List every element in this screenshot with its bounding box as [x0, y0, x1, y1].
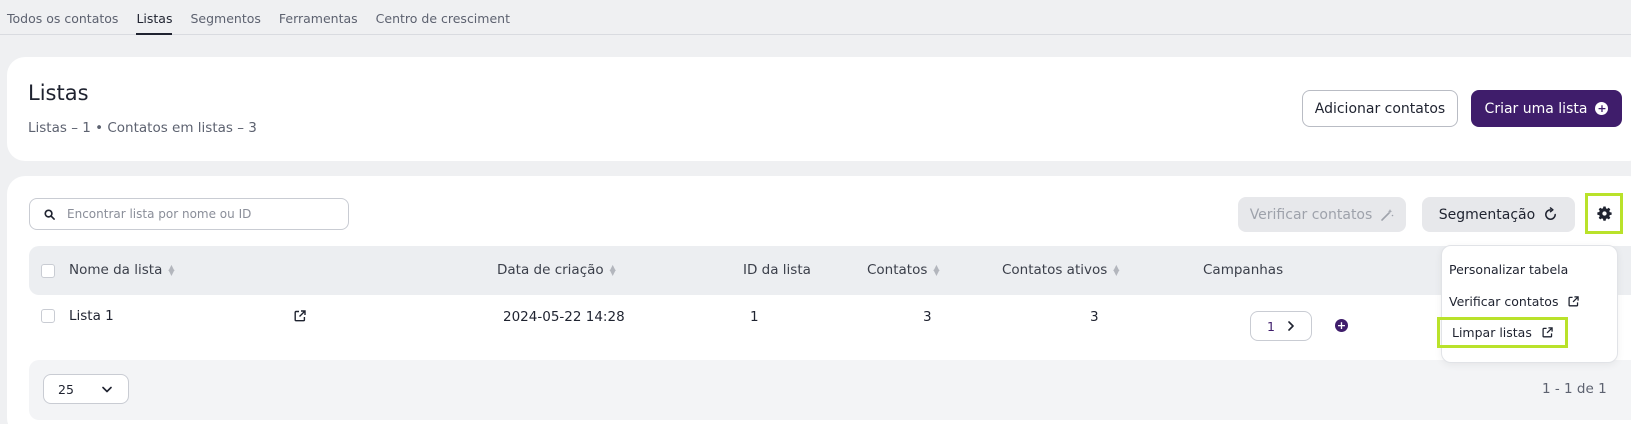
menu-item-label: Personalizar tabela: [1449, 262, 1569, 277]
column-id-label: ID da lista: [743, 262, 811, 278]
tab-listas[interactable]: Listas: [136, 0, 173, 35]
sort-icon: ▲ ▼: [168, 263, 175, 277]
page-size-value: 25: [58, 381, 74, 397]
contacts-count: 3: [923, 309, 932, 325]
magic-wand-icon: [1381, 208, 1394, 221]
menu-item-clean-lists[interactable]: Limpar listas: [1437, 317, 1568, 348]
create-list-label: Criar uma lista: [1484, 100, 1588, 117]
menu-item-label: Limpar listas: [1452, 325, 1532, 340]
add-contacts-label: Adicionar contatos: [1314, 100, 1446, 117]
column-header-name[interactable]: Nome da lista ▲ ▼: [69, 262, 175, 278]
external-link-icon: [1568, 296, 1580, 307]
row-checkbox[interactable]: [41, 309, 55, 323]
external-link-icon: [1542, 327, 1553, 338]
verify-contacts-label: Verificar contatos: [1249, 206, 1373, 223]
campaigns-count-button[interactable]: 1: [1250, 311, 1312, 341]
column-header-contacts[interactable]: Contatos ▲ ▼: [867, 262, 940, 278]
menu-item-label: Verificar contatos: [1449, 294, 1559, 309]
column-active-contacts-label: Contatos ativos: [1002, 262, 1108, 278]
add-contacts-button[interactable]: Adicionar contatos: [1302, 90, 1458, 127]
tab-segmentos[interactable]: Segmentos: [190, 0, 260, 35]
settings-gear-button[interactable]: [1585, 193, 1623, 234]
search-box[interactable]: [29, 198, 349, 230]
external-link-icon[interactable]: [294, 310, 306, 322]
search-input[interactable]: [67, 207, 317, 221]
plus-circle-icon: +: [1595, 102, 1609, 115]
column-header-campaigns: Campanhas: [1203, 262, 1283, 278]
segmentation-label: Segmentação: [1438, 206, 1536, 223]
create-list-button[interactable]: Criar uma lista +: [1471, 90, 1622, 127]
segmentation-button[interactable]: Segmentação: [1422, 197, 1575, 232]
table-header: Nome da lista ▲ ▼ Data de criação ▲ ▼ ID d…: [29, 246, 1631, 295]
add-campaign-icon[interactable]: +: [1335, 319, 1348, 332]
header-card: Listas Listas – 1 • Contatos em listas –…: [7, 57, 1631, 161]
pagination-info: 1 - 1 de 1: [1542, 381, 1607, 397]
column-name-label: Nome da lista: [69, 262, 163, 278]
column-header-active-contacts[interactable]: Contatos ativos ▲ ▼: [1002, 262, 1119, 278]
column-created-label: Data de criação: [497, 262, 604, 278]
page-size-select[interactable]: 25: [43, 374, 129, 404]
verify-contacts-button[interactable]: Verificar contatos: [1238, 197, 1406, 232]
sort-icon: ▲ ▼: [933, 263, 940, 277]
menu-item-verify-contacts[interactable]: Verificar contatos: [1449, 294, 1580, 309]
column-header-id: ID da lista: [743, 262, 811, 278]
search-icon: [44, 208, 55, 220]
chevron-down-icon: [102, 386, 112, 392]
sort-icon: ▲ ▼: [609, 263, 616, 277]
tab-centro-de-crescimento[interactable]: Centro de cresciment: [376, 0, 510, 35]
select-all-checkbox[interactable]: [41, 264, 55, 278]
tab-ferramentas[interactable]: Ferramentas: [279, 0, 358, 35]
campaigns-count: 1: [1267, 318, 1275, 334]
refresh-icon: [1545, 207, 1557, 220]
menu-item-customize-table[interactable]: Personalizar tabela: [1449, 262, 1568, 277]
page-title: Listas: [28, 81, 89, 105]
column-contacts-label: Contatos: [867, 262, 928, 278]
tab-todos-os-contatos[interactable]: Todos os contatos: [7, 0, 118, 35]
list-name-link[interactable]: Lista 1: [69, 308, 114, 324]
top-nav: Todos os contatos Listas Segmentos Ferra…: [0, 0, 1631, 35]
lists-card: Verificar contatos Segmentação Nome da l…: [7, 176, 1631, 424]
chevron-right-icon: [1288, 321, 1294, 331]
table-footer: [29, 360, 1631, 420]
gear-icon: [1596, 206, 1612, 221]
created-date: 2024-05-22 14:28: [503, 309, 625, 325]
list-id: 1: [750, 309, 759, 325]
page-subtitle: Listas – 1 • Contatos em listas – 3: [28, 120, 257, 136]
column-header-created[interactable]: Data de criação ▲ ▼: [497, 262, 616, 278]
column-campaigns-label: Campanhas: [1203, 262, 1284, 278]
settings-menu: Personalizar tabela Verificar contatos L…: [1437, 245, 1618, 363]
active-contacts-count: 3: [1090, 309, 1099, 325]
sort-icon: ▲ ▼: [1113, 263, 1120, 277]
